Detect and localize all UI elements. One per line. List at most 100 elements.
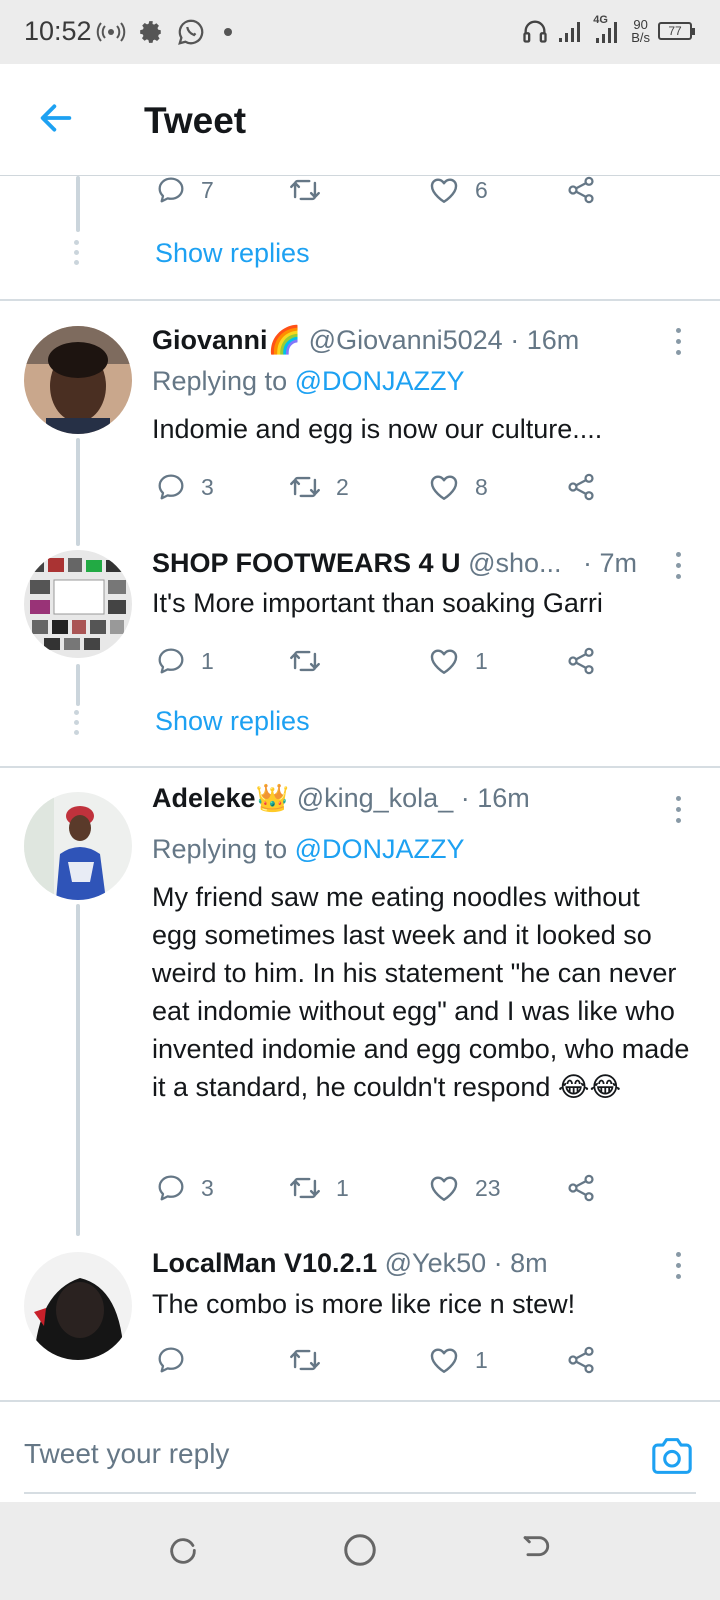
back-nav-icon[interactable] xyxy=(518,1532,552,1566)
gear-icon xyxy=(140,21,161,43)
avatar[interactable] xyxy=(24,792,132,900)
tweet-actions: 3 1 23 xyxy=(155,1168,615,1208)
hotspot-icon xyxy=(96,22,126,42)
tweet-actions: 1 1 xyxy=(155,641,615,681)
home-icon[interactable] xyxy=(342,1532,378,1568)
avatar[interactable] xyxy=(24,1252,132,1360)
share-icon xyxy=(565,471,597,503)
replying-handle[interactable]: @DONJAZZY xyxy=(295,366,465,396)
headphones-icon xyxy=(523,20,547,43)
reply-button[interactable]: 7 xyxy=(155,170,214,210)
retweet-button[interactable] xyxy=(288,641,336,681)
retweet-icon xyxy=(288,470,322,504)
like-button[interactable]: 1 xyxy=(427,641,488,681)
reply-button[interactable]: 1 xyxy=(155,641,214,681)
retweet-icon xyxy=(288,1171,322,1205)
reply-button[interactable] xyxy=(155,1340,201,1380)
avatar-photo xyxy=(24,326,132,434)
like-button[interactable]: 6 xyxy=(427,170,488,210)
divider xyxy=(0,299,720,301)
share-icon xyxy=(565,1172,597,1204)
show-replies-link[interactable]: Show replies xyxy=(155,706,310,737)
display-name[interactable]: Giovanni🌈 xyxy=(152,325,301,355)
signal-icon xyxy=(559,22,581,42)
tweet-header: LocalMan V10.2.1 @Yek50 · 8m xyxy=(152,1248,548,1279)
tweet-time: · 16m xyxy=(460,783,530,813)
retweet-button[interactable]: 2 xyxy=(288,467,349,507)
like-icon xyxy=(427,1343,461,1377)
display-name[interactable]: SHOP FOOTWEARS 4 U xyxy=(152,548,461,578)
camera-icon[interactable] xyxy=(650,1436,694,1476)
reply-button[interactable]: 3 xyxy=(155,1168,214,1208)
tweet-header: Giovanni🌈 @Giovanni5024 · 16m xyxy=(152,324,579,356)
reply-count: 3 xyxy=(201,473,214,500)
tweet-header: SHOP FOOTWEARS 4 U @sho... · 7m xyxy=(152,548,637,579)
net-speed: 90 B/s xyxy=(631,18,650,44)
share-icon xyxy=(565,645,597,677)
like-count: 1 xyxy=(475,647,488,674)
avatar[interactable] xyxy=(24,550,132,658)
user-handle[interactable]: @king_kola_ xyxy=(297,783,454,813)
reply-button[interactable]: 3 xyxy=(155,467,214,507)
like-button[interactable]: 23 xyxy=(427,1168,501,1208)
retweet-count: 1 xyxy=(336,1174,349,1201)
share-button[interactable] xyxy=(565,641,597,681)
tweet-text: The combo is more like rice n stew! xyxy=(152,1289,576,1319)
system-nav-bar xyxy=(0,1502,720,1600)
recent-apps-icon[interactable] xyxy=(166,1532,200,1566)
status-bar: 10:52 4G 90 B/s 77 xyxy=(0,0,720,64)
avatar[interactable] xyxy=(24,326,132,434)
like-icon xyxy=(427,644,461,678)
net-speed-unit: B/s xyxy=(631,30,650,45)
reply-composer[interactable]: Tweet your reply xyxy=(0,1400,720,1500)
like-count: 6 xyxy=(475,176,488,203)
display-name[interactable]: LocalMan V10.2.1 xyxy=(152,1248,377,1278)
user-handle[interactable]: @Giovanni5024 xyxy=(309,325,503,355)
notification-dot-icon xyxy=(224,28,232,36)
user-handle[interactable]: @sho... xyxy=(468,548,561,578)
tweet-text: Indomie and egg is now our culture.... xyxy=(152,414,603,444)
status-time: 10:52 xyxy=(24,16,92,46)
thread-line xyxy=(76,438,80,546)
thread-line xyxy=(76,904,80,1236)
like-count: 23 xyxy=(475,1174,501,1201)
share-button[interactable] xyxy=(565,1340,597,1380)
like-button[interactable]: 1 xyxy=(427,1340,488,1380)
reply-icon xyxy=(155,1172,187,1204)
like-count: 1 xyxy=(475,1346,488,1373)
retweet-button[interactable] xyxy=(288,170,336,210)
tweet-actions: 3 2 8 xyxy=(155,467,615,507)
share-button[interactable] xyxy=(565,1168,597,1208)
retweet-icon xyxy=(288,644,322,678)
retweet-button[interactable] xyxy=(288,1340,336,1380)
more-icon[interactable] xyxy=(676,328,684,355)
more-icon[interactable] xyxy=(676,796,684,823)
replying-label: Replying to xyxy=(152,366,288,396)
reply-icon xyxy=(155,1344,187,1376)
back-arrow-icon[interactable] xyxy=(36,98,76,138)
reply-input[interactable]: Tweet your reply xyxy=(24,1438,229,1470)
tweet-actions: 1 xyxy=(155,1340,615,1380)
tweet-header: Adeleke👑 @king_kola_ · 16m xyxy=(152,782,530,814)
more-icon[interactable] xyxy=(676,1252,684,1279)
status-right-icons: 4G 90 B/s 77 xyxy=(521,14,695,48)
retweet-icon xyxy=(288,173,322,207)
share-button[interactable] xyxy=(565,170,597,210)
status-left-icons xyxy=(96,16,232,48)
divider xyxy=(0,766,720,768)
retweet-button[interactable]: 1 xyxy=(288,1168,349,1208)
replying-label: Replying to xyxy=(152,834,288,864)
show-replies-link[interactable]: Show replies xyxy=(155,238,310,269)
like-button[interactable]: 8 xyxy=(427,467,488,507)
replying-handle[interactable]: @DONJAZZY xyxy=(295,834,465,864)
reply-count: 1 xyxy=(201,647,214,674)
tweet-time: · 7m xyxy=(583,548,638,578)
share-button[interactable] xyxy=(565,467,597,507)
like-icon xyxy=(427,470,461,504)
display-name[interactable]: Adeleke👑 xyxy=(152,783,289,813)
user-handle[interactable]: @Yek50 xyxy=(385,1248,487,1278)
avatar-photo xyxy=(24,550,132,658)
like-icon xyxy=(427,173,461,207)
tweet-actions: 7 6 xyxy=(155,170,615,210)
more-icon[interactable] xyxy=(676,552,684,579)
